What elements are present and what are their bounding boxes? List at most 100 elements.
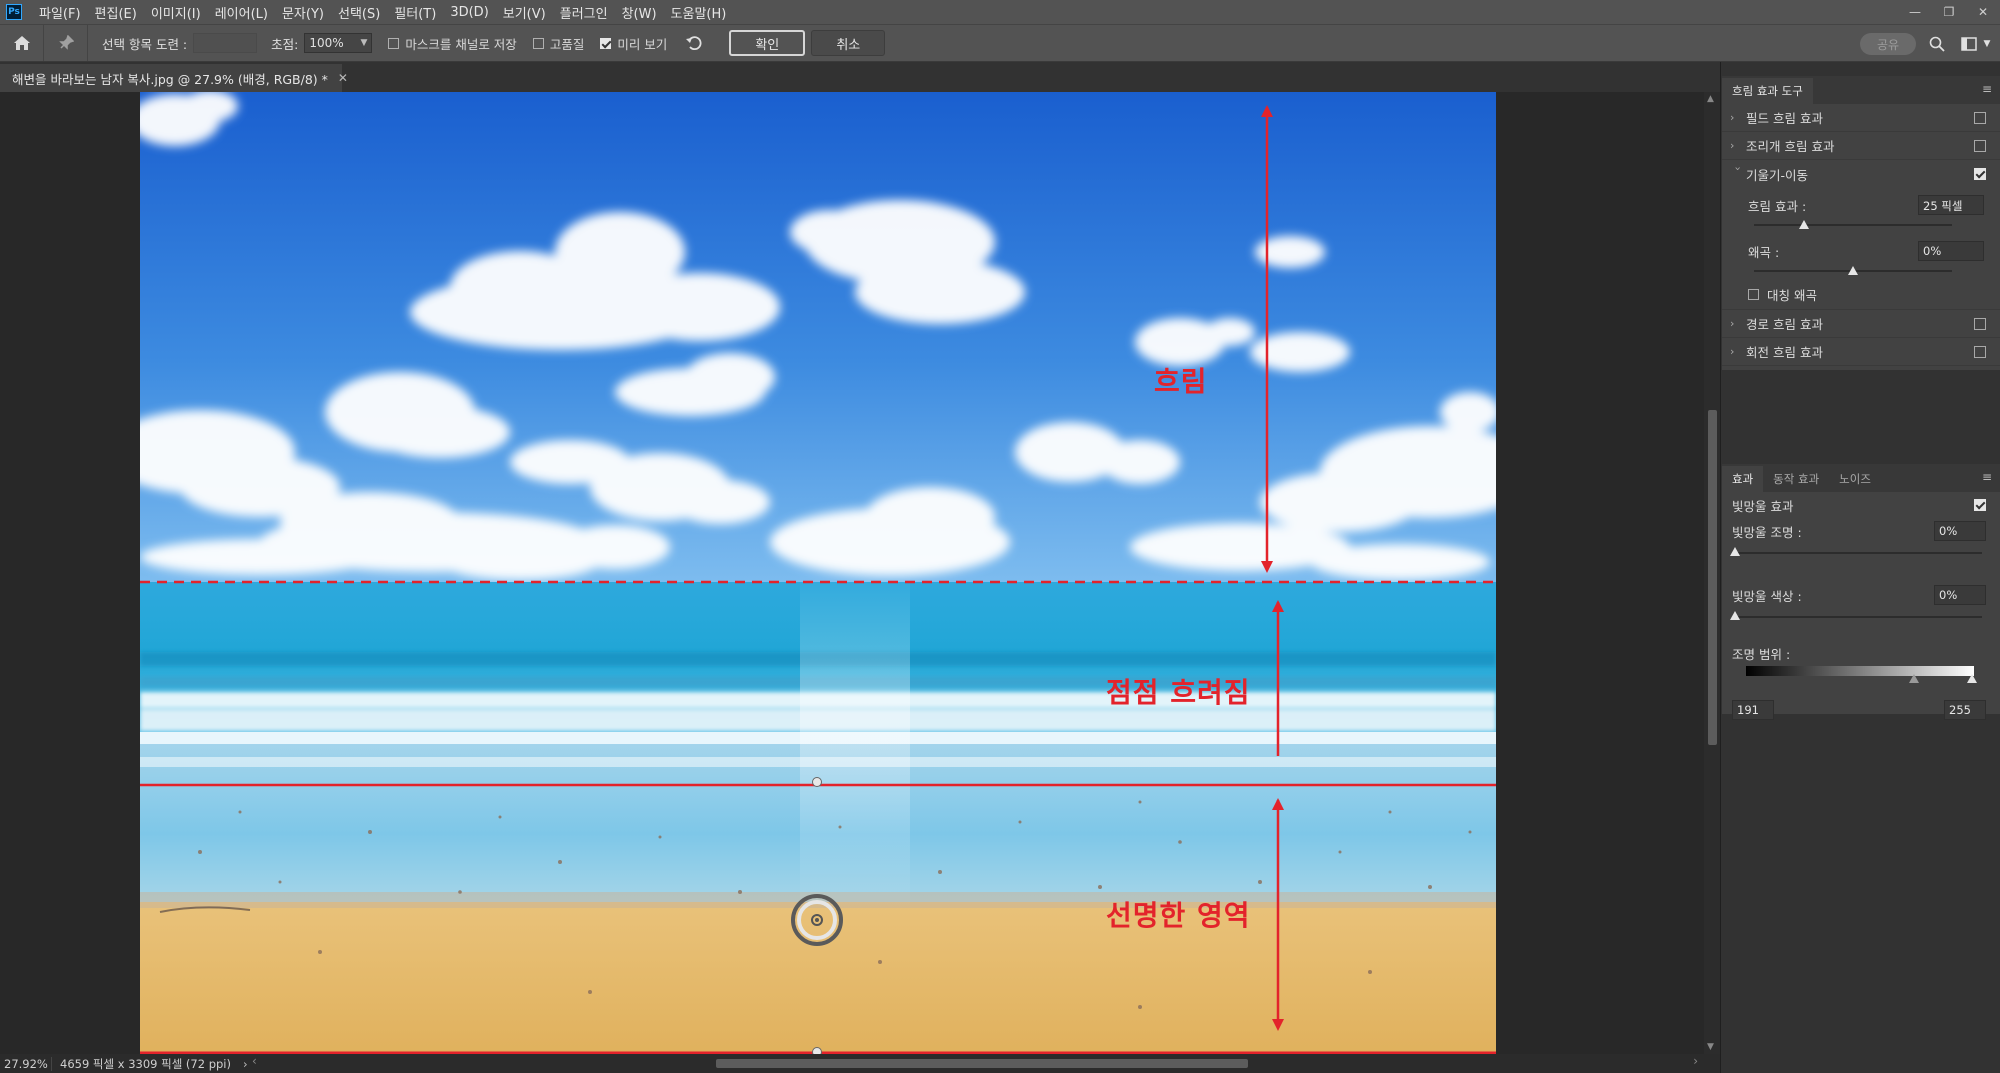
canvas-area[interactable]: 흐림 점점 흐려짐 선명한 영역 — [0, 92, 1704, 1054]
menu-type[interactable]: 문자(Y) — [275, 3, 331, 22]
blur-row-field[interactable]: › 필드 흐림 효과 — [1722, 104, 2000, 132]
close-window-icon[interactable]: ✕ — [1966, 0, 2000, 24]
vertical-scrollbar[interactable]: ▲ ▼ — [1704, 92, 1720, 1054]
symmetric-distortion-checkbox[interactable] — [1748, 289, 1759, 300]
tilt-blur-input[interactable]: 25 픽셀 — [1918, 195, 1984, 215]
save-mask-checkbox[interactable] — [388, 37, 400, 49]
high-quality-checkbox[interactable] — [532, 37, 544, 49]
reset-icon[interactable] — [685, 35, 703, 51]
range-high-knob[interactable] — [1967, 674, 1977, 683]
menu-file[interactable]: 파일(F) — [32, 3, 88, 22]
tab-effects[interactable]: 효과 — [1722, 466, 1764, 492]
bokeh-color-slider[interactable] — [1722, 608, 2000, 628]
chevron-right-icon[interactable]: › — [1730, 111, 1746, 124]
save-mask-label: 마스크를 채널로 저장 — [405, 36, 517, 52]
menu-edit[interactable]: 편집(E) — [88, 3, 144, 22]
range-low-knob[interactable] — [1909, 674, 1919, 683]
blur-row-iris[interactable]: › 조리개 흐림 효과 — [1722, 132, 2000, 160]
blur-row-label: 회전 흐림 효과 — [1746, 345, 1823, 360]
slider-knob[interactable] — [1848, 266, 1858, 275]
chevron-right-icon[interactable]: › — [1730, 345, 1746, 358]
selection-bleed-field[interactable] — [193, 33, 258, 53]
chevron-down-icon[interactable]: › — [1732, 166, 1745, 182]
chevron-right-icon[interactable]: › — [1730, 317, 1746, 330]
horizontal-scrollbar[interactable]: ‹ › — [252, 1054, 1702, 1069]
bokeh-light-input[interactable]: 0% — [1934, 521, 1986, 541]
pin-icon — [58, 35, 74, 50]
tilt-distortion-input[interactable]: 0% — [1918, 241, 1984, 261]
bokeh-color-input[interactable]: 0% — [1934, 585, 1986, 605]
bokeh-checkbox[interactable] — [1974, 499, 1986, 511]
chevron-right-icon[interactable]: › — [1730, 139, 1746, 152]
annotation-blur: 흐림 — [1154, 365, 1208, 398]
line-handle-top[interactable] — [812, 777, 822, 787]
blur-row-path[interactable]: › 경로 흐림 효과 — [1722, 310, 2000, 338]
workspace-icon[interactable] — [1960, 35, 1978, 53]
range-high-input[interactable]: 255 — [1944, 700, 1986, 720]
search-icon[interactable] — [1928, 35, 1946, 53]
slider-knob[interactable] — [1730, 547, 1740, 556]
share-button[interactable]: 공유 — [1860, 33, 1916, 55]
scroll-left-icon[interactable]: ‹ — [252, 1054, 257, 1068]
bokeh-label: 빛망울 효과 — [1732, 498, 1794, 514]
tab-motion-effects[interactable]: 동작 효과 — [1763, 466, 1829, 492]
tilt-distortion-slider[interactable] — [1722, 264, 2000, 280]
document-tab[interactable]: 해변을 바라보는 남자 복사.jpg @ 27.9% (배경, RGB/8) *… — [0, 64, 348, 92]
bokeh-light-slider[interactable] — [1722, 544, 2000, 564]
scroll-right-icon[interactable]: › — [1693, 1054, 1698, 1068]
symmetric-distortion-row[interactable]: 대칭 왜곡 — [1722, 280, 2000, 310]
vertical-scroll-thumb[interactable] — [1708, 410, 1717, 745]
iris-blur-checkbox[interactable] — [1974, 140, 1986, 152]
blur-row-label: 조리개 흐림 효과 — [1746, 139, 1835, 154]
home-button[interactable] — [0, 25, 44, 61]
tilt-blur-slider[interactable] — [1722, 218, 2000, 234]
light-range-row: 조명 범위 : — [1722, 640, 2000, 666]
horizontal-scroll-thumb[interactable] — [716, 1059, 1248, 1068]
preview-checkbox[interactable] — [600, 37, 612, 49]
minimize-icon[interactable]: — — [1898, 0, 1932, 24]
tilt-distortion-label: 왜곡 : — [1748, 244, 1780, 260]
scroll-up-icon[interactable]: ▲ — [1707, 94, 1714, 104]
selection-bleed-label: 선택 항목 도련 : — [102, 36, 188, 52]
tilt-shift-overlay[interactable] — [0, 92, 1704, 1054]
cancel-button[interactable]: 취소 — [811, 30, 886, 56]
restore-icon[interactable]: ❐ — [1932, 0, 1966, 24]
panel-menu-icon[interactable]: ≡ — [1982, 82, 1992, 96]
status-expand-icon[interactable]: › — [243, 1057, 248, 1071]
slider-knob[interactable] — [1798, 220, 1809, 229]
slider-track — [1734, 552, 1982, 554]
blur-row-spin[interactable]: › 회전 흐림 효과 — [1722, 338, 2000, 366]
path-blur-checkbox[interactable] — [1974, 318, 1986, 330]
scroll-down-icon[interactable]: ▼ — [1707, 1042, 1714, 1052]
tab-noise[interactable]: 노이즈 — [1829, 466, 1881, 492]
menu-layer[interactable]: 레이어(L) — [208, 3, 275, 22]
spin-blur-checkbox[interactable] — [1974, 346, 1986, 358]
panel-menu-icon[interactable]: ≡ — [1982, 470, 1992, 484]
slider-knob[interactable] — [1730, 611, 1740, 620]
menu-image[interactable]: 이미지(I) — [144, 3, 208, 22]
range-low-input[interactable]: 191 — [1732, 700, 1774, 720]
focus-dropdown[interactable]: 100% ▼ — [304, 33, 373, 53]
slider-track — [1754, 224, 1952, 226]
light-range-label: 조명 범위 : — [1732, 646, 1791, 662]
pin-tool-button[interactable] — [44, 25, 88, 61]
workspace-chevron-icon[interactable]: ▼ — [1978, 35, 1996, 53]
menu-window[interactable]: 창(W) — [615, 3, 664, 22]
menu-filter[interactable]: 필터(T) — [387, 3, 443, 22]
tilt-center-pin-icon[interactable] — [791, 894, 843, 946]
menu-view[interactable]: 보기(V) — [496, 3, 553, 22]
ok-button[interactable]: 확인 — [729, 30, 806, 56]
tab-blur-tools[interactable]: 흐림 효과 도구 — [1722, 78, 1813, 104]
menu-help[interactable]: 도움말(H) — [664, 3, 734, 22]
status-bar: 27.92% 4659 픽셀 x 3309 픽셀 (72 ppi) › ‹ › — [0, 1054, 1720, 1073]
close-tab-icon[interactable]: ✕ — [338, 71, 348, 85]
light-range-control[interactable] — [1722, 666, 2000, 700]
menu-plugins[interactable]: 플러그인 — [553, 3, 615, 22]
menu-3d[interactable]: 3D(D) — [443, 5, 495, 20]
field-blur-checkbox[interactable] — [1974, 112, 1986, 124]
zoom-level[interactable]: 27.92% — [0, 1056, 52, 1071]
tilt-shift-checkbox[interactable] — [1974, 168, 1986, 180]
window-controls: — ❐ ✕ — [1898, 0, 2000, 24]
blur-row-tilt-shift[interactable]: › 기울기-이동 — [1722, 160, 2000, 188]
menu-select[interactable]: 선택(S) — [331, 3, 387, 22]
